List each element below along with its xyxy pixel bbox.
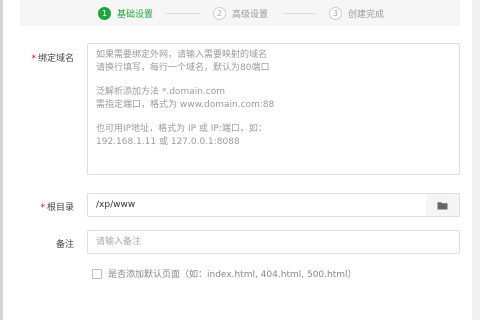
scrollbar-track[interactable]	[472, 0, 480, 320]
domain-label: * 绑定域名	[14, 51, 74, 64]
dialog-left-edge	[0, 0, 3, 320]
placeholder-line: 需指定端口，格式为 www.domain.com:88	[96, 100, 275, 110]
step-label: 创建完成	[348, 9, 385, 20]
browse-directory-button[interactable]	[426, 193, 460, 217]
step-label: 高级设置	[232, 9, 269, 20]
folder-icon	[437, 201, 448, 209]
step-number: 1	[98, 6, 111, 20]
step-label: 基础设置	[117, 9, 154, 20]
placeholder-line: 192.168.1.11 或 127.0.0.1:8088	[96, 137, 240, 147]
placeholder-line: 请换行填写，每行一个域名，默认为80端口	[96, 63, 270, 73]
required-mark: *	[40, 203, 45, 213]
default-page-checkbox[interactable]	[92, 268, 102, 279]
required-mark: *	[31, 54, 36, 64]
remark-label: 备注	[55, 240, 74, 250]
domain-textarea[interactable]: 如果需要绑定外网，请输入需要映射的域名 请换行填写，每行一个域名，默认为80端口…	[87, 43, 460, 175]
root-dir-input[interactable]: /xp/www	[87, 193, 427, 217]
domain-label-text: 绑定域名	[37, 54, 74, 64]
placeholder-line: 也可用IP地址，格式为 IP 或 IP:端口，如：	[96, 124, 267, 134]
create-site-dialog: 1 基础设置 2 高级设置 3 创建完成 * 绑定域名 如果需要绑定外网，请输入需…	[0, 0, 480, 320]
step-advanced-settings[interactable]: 2 高级设置	[213, 6, 268, 20]
step-create-complete[interactable]: 3 创建完成	[329, 6, 384, 20]
root-dir-label: * 根目录	[14, 200, 74, 213]
root-dir-label-text: 根目录	[46, 203, 74, 213]
default-page-option[interactable]: 是否添加默认页面（如：index.html, 404.html, 500.htm…	[92, 267, 357, 280]
step-connector	[282, 13, 316, 14]
remark-placeholder: 请输入备注	[96, 237, 142, 247]
placeholder-line: 如果需要绑定外网，请输入需要映射的域名	[96, 50, 268, 60]
default-page-label: 是否添加默认页面（如：index.html, 404.html, 500.htm…	[108, 270, 357, 280]
remark-input[interactable]: 请输入备注	[87, 230, 460, 254]
step-number: 2	[213, 6, 226, 20]
root-dir-value: /xp/www	[96, 200, 136, 210]
placeholder-line: 泛解析添加方法 *.domain.com	[96, 87, 226, 97]
step-connector	[166, 13, 200, 14]
step-number: 3	[329, 6, 342, 20]
step-basic-settings[interactable]: 1 基础设置	[98, 6, 153, 20]
steps-bar: 1 基础设置 2 高级设置 3 创建完成	[20, 0, 460, 26]
